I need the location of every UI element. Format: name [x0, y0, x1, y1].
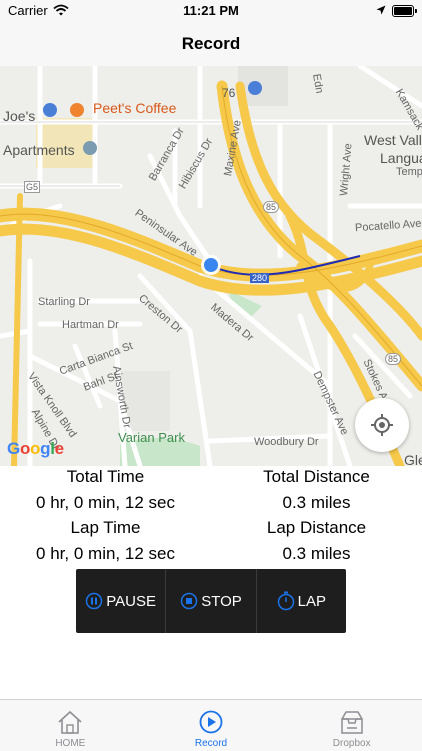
total-distance-value: 0.3 miles	[282, 493, 351, 512]
map-label-gle: Gle	[404, 452, 422, 466]
page-title: Record	[181, 34, 241, 53]
recenter-location-button[interactable]	[355, 398, 409, 452]
map-label-temp: Temp	[396, 166, 422, 178]
navigation-bar: Record	[0, 22, 422, 67]
lap-time-label: Lap Time	[70, 518, 141, 537]
pause-label: PAUSE	[106, 592, 157, 610]
route-badge-280: 280	[250, 273, 270, 283]
map-view[interactable]: Joe's Peet's Coffee Apartments West Vall…	[0, 66, 422, 466]
stop-icon	[180, 592, 198, 610]
map-label-apartments: Apartments	[3, 142, 75, 158]
battery-icon	[392, 5, 417, 17]
tab-dropbox-label: Dropbox	[332, 738, 371, 749]
tab-bar: HOME Record Dropbox	[0, 699, 422, 751]
lap-label: LAP	[297, 592, 326, 610]
tab-home[interactable]: HOME	[0, 700, 141, 751]
pause-icon	[86, 592, 103, 610]
route-badge-85-south: 85	[385, 353, 402, 365]
play-icon	[199, 710, 223, 734]
map-label-76: 76	[222, 86, 236, 100]
map-label-woodbury: Woodbury Dr	[254, 436, 319, 448]
lap-distance-label: Lap Distance	[266, 518, 367, 537]
home-icon	[58, 710, 82, 734]
google-logo: Google	[7, 439, 64, 458]
route-badge-85: 85	[263, 201, 280, 213]
total-time-label: Total Time	[66, 467, 145, 486]
tab-dropbox[interactable]: Dropbox	[281, 700, 422, 751]
lap-time-value: 0 hr, 0 min, 12 sec	[36, 544, 175, 563]
stopwatch-icon	[277, 591, 294, 611]
map-label-langua: Langua	[380, 150, 422, 166]
map-roads	[0, 66, 422, 466]
tab-record[interactable]: Record	[141, 700, 282, 751]
total-time-value: 0 hr, 0 min, 12 sec	[36, 493, 175, 512]
lap-distance-value: 0.3 miles	[282, 544, 351, 563]
map-label-west-valley: West Valle	[364, 132, 422, 148]
map-label-joes: Joe's	[3, 108, 36, 124]
lap-button[interactable]: LAP	[257, 569, 346, 633]
map-label-peets-coffee: Peet's Coffee	[93, 100, 177, 116]
dropbox-icon	[340, 711, 363, 734]
status-time: 11:21 PM	[183, 3, 239, 18]
map-label-varian-park: Varian Park	[118, 430, 185, 445]
stop-label: STOP	[201, 592, 242, 610]
map-label-hartman: Hartman Dr	[62, 319, 119, 331]
tab-home-label: HOME	[55, 738, 86, 749]
recording-controls: PAUSE STOP LAP	[76, 569, 346, 633]
status-bar: Carrier 11:21 PM	[0, 0, 422, 22]
tab-record-label: Record	[194, 738, 228, 749]
stop-button[interactable]: STOP	[166, 569, 257, 633]
crosshair-icon	[371, 414, 393, 436]
map-label-starling: Starling Dr	[38, 296, 90, 308]
pause-button[interactable]: PAUSE	[76, 569, 167, 633]
location-arrow-icon	[376, 5, 386, 15]
total-distance-label: Total Distance	[263, 467, 370, 486]
route-badge-g5: G5	[24, 181, 41, 193]
